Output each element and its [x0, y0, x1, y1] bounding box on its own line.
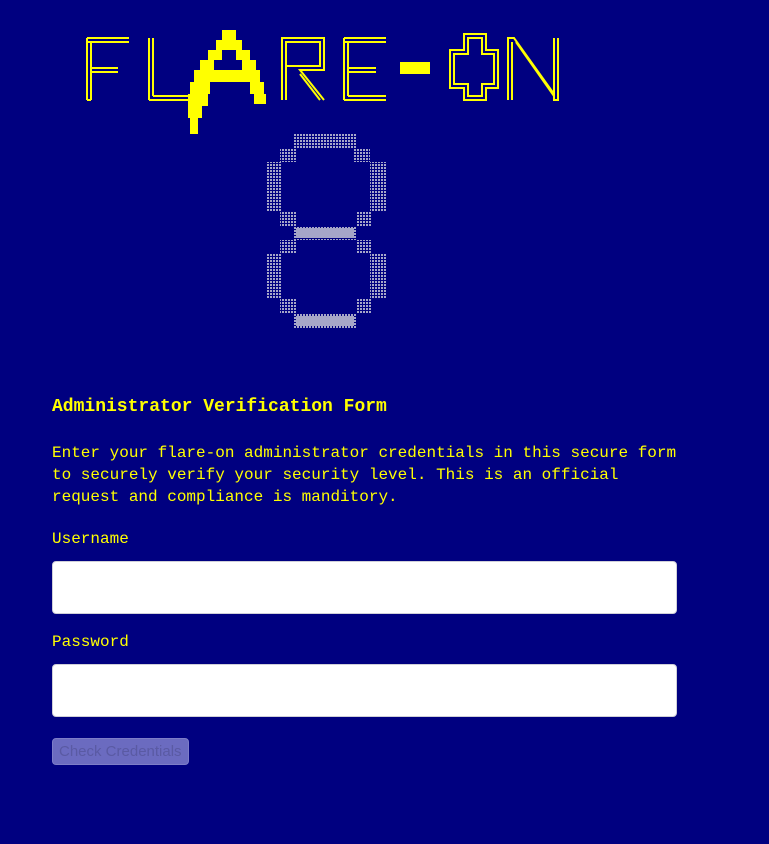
eight-solid-blocks — [296, 228, 354, 326]
logo-letter-n — [507, 37, 559, 101]
form-description: Enter your flare-on administrator creden… — [52, 444, 677, 506]
form-title: Administrator Verification Form — [52, 397, 387, 417]
username-label: Username — [52, 530, 129, 548]
check-credentials-button[interactable]: Check Credentials — [52, 738, 189, 765]
logo-letter-o-plus — [449, 33, 499, 101]
logo-letter-r — [281, 37, 325, 101]
logo-dash — [400, 62, 430, 74]
logo-outline-letters — [86, 33, 559, 101]
logo-letter-a — [188, 30, 266, 134]
edition-eight-graphic — [264, 134, 388, 332]
verification-form: Administrator Verification Form Enter yo… — [52, 396, 677, 765]
password-input[interactable] — [52, 664, 677, 717]
logo-letter-f — [86, 37, 129, 101]
password-label: Password — [52, 633, 129, 651]
flare-on-logo-art — [86, 30, 559, 134]
logo-letter-l — [148, 38, 189, 101]
logo-letter-e — [343, 37, 386, 101]
username-input[interactable] — [52, 561, 677, 614]
edition-eight-art — [266, 134, 386, 328]
flare-on-logo — [84, 28, 570, 136]
